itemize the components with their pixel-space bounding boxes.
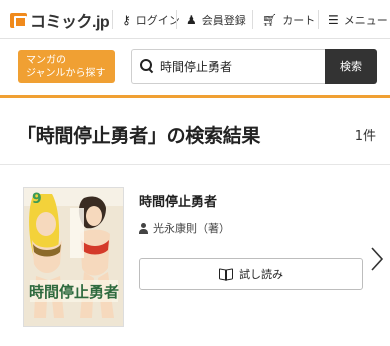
result-count: 1件 — [354, 129, 376, 144]
genre-button-line1: マンガの — [26, 55, 66, 66]
book-cover[interactable]: 時間停止勇者 9 — [23, 187, 124, 327]
comic-logo-icon — [10, 12, 27, 28]
key-icon: ⚷ — [122, 12, 131, 27]
nav-menu[interactable]: ☰ メニュー — [318, 0, 388, 39]
trial-read-button[interactable]: 試し読み — [139, 258, 363, 290]
nav-menu-label: メニュー — [343, 13, 388, 27]
chevron-right-icon[interactable] — [370, 246, 384, 272]
site-header: コミック.jp ⚷ ログイン ♟ 会員登録 🛒︎ カート ☰ メニュー — [0, 0, 390, 39]
author-name: 光永康則（著） — [153, 222, 230, 235]
search-input[interactable] — [160, 59, 320, 73]
hamburger-icon: ☰ — [328, 12, 339, 27]
search-button[interactable]: 検索 — [325, 49, 377, 84]
page-title: 「時間停止勇者」の検索結果 — [17, 125, 261, 147]
genre-search-button[interactable]: マンガの ジャンルから探す — [18, 50, 115, 83]
nav-register[interactable]: ♟ 会員登録 — [176, 0, 246, 39]
genre-button-line2: ジャンルから探す — [26, 68, 106, 79]
search-bar: マンガの ジャンルから探す 検索 — [0, 40, 390, 98]
open-book-icon — [219, 269, 233, 279]
nav-divider — [318, 10, 319, 29]
nav-cart-label: カート — [282, 13, 316, 27]
nav-register-label: 会員登録 — [201, 13, 246, 27]
cart-icon: 🛒︎ — [262, 12, 278, 27]
person-icon: ♟ — [186, 12, 197, 27]
logo-text: コミック.jp — [30, 14, 110, 31]
list-item: 時間停止勇者 9 時間停止勇者 光永康則（著） 試し読み — [0, 166, 390, 346]
author-row[interactable]: 光永康則（著） — [139, 220, 230, 236]
nav-cart[interactable]: 🛒︎ カート — [252, 0, 315, 39]
search-icon — [140, 59, 154, 73]
cover-volume-number: 9 — [32, 191, 42, 207]
search-box[interactable] — [131, 49, 325, 84]
item-title[interactable]: 時間停止勇者 — [139, 191, 217, 210]
trial-read-label: 試し読み — [239, 268, 283, 281]
nav-divider — [176, 10, 177, 29]
result-header: 「時間停止勇者」の検索結果 1件 — [0, 101, 390, 165]
site-logo[interactable]: コミック.jp — [10, 11, 110, 31]
cover-title-text: 時間停止勇者 — [29, 283, 119, 301]
book-cover-art: 時間停止勇者 9 — [24, 188, 123, 326]
nav-login[interactable]: ⚷ ログイン — [112, 0, 180, 39]
nav-divider — [112, 10, 113, 29]
author-icon — [139, 222, 148, 234]
nav-divider — [252, 10, 253, 29]
nav-login-label: ログイン — [135, 13, 180, 27]
